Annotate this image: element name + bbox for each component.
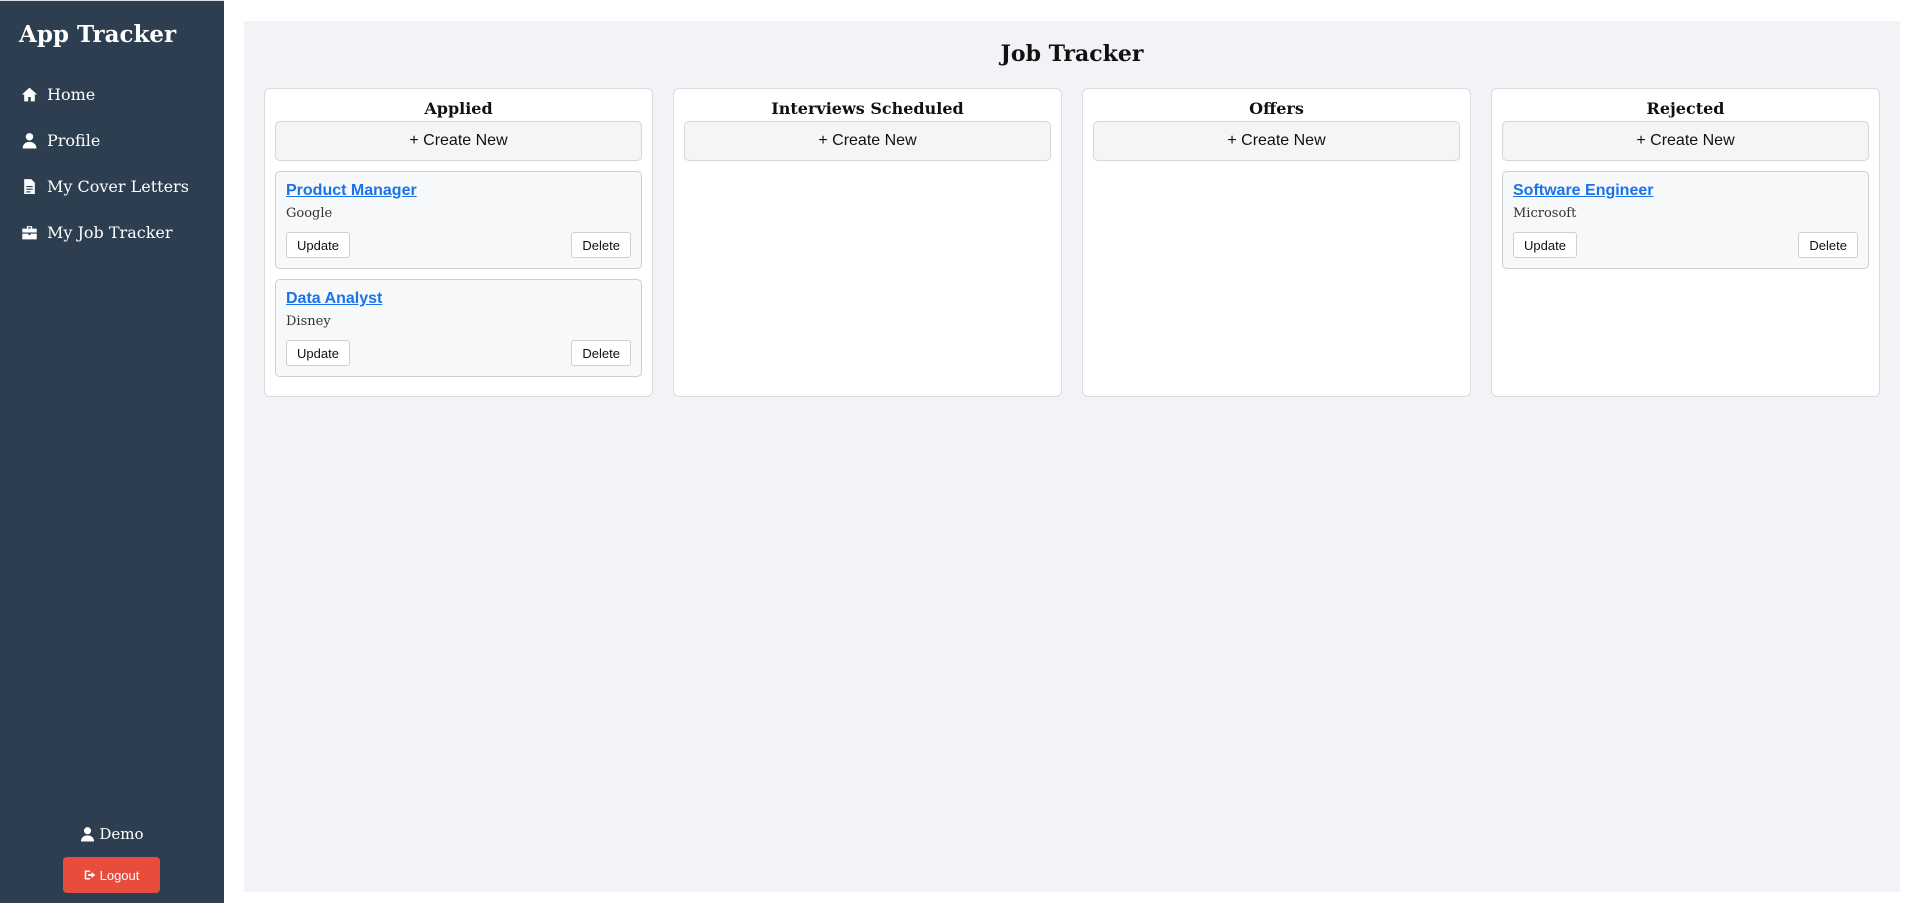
column-rejected: Rejected + Create New Software Engineer … (1491, 88, 1880, 397)
sidebar-nav: Home Profile My Cover Letters My Job Tra… (19, 71, 189, 255)
delete-button[interactable]: Delete (1798, 232, 1858, 258)
job-board: Applied + Create New Product Manager Goo… (264, 88, 1880, 397)
column-title: Applied (424, 99, 493, 118)
home-icon (19, 85, 39, 103)
update-button[interactable]: Update (1513, 232, 1577, 258)
column-title: Interviews Scheduled (771, 99, 964, 118)
main-content: Job Tracker Applied + Create New Product… (244, 21, 1900, 892)
column-title: Offers (1249, 99, 1304, 118)
user-icon (19, 131, 39, 149)
sidebar-item-label: Profile (47, 130, 101, 150)
job-title-link[interactable]: Product Manager (286, 182, 417, 200)
job-company: Disney (286, 314, 331, 329)
user-name: Demo (99, 825, 144, 843)
column-applied: Applied + Create New Product Manager Goo… (264, 88, 653, 397)
sidebar-item-job-tracker[interactable]: My Job Tracker (19, 209, 189, 255)
logout-button[interactable]: Logout (63, 857, 160, 893)
briefcase-icon (19, 223, 39, 241)
job-card: Data Analyst Disney Update Delete (275, 279, 642, 377)
job-title-link[interactable]: Software Engineer (1513, 182, 1653, 200)
logout-label: Logout (99, 867, 140, 883)
update-button[interactable]: Update (286, 340, 350, 366)
column-interviews-scheduled: Interviews Scheduled + Create New (673, 88, 1062, 397)
sidebar-item-label: My Cover Letters (47, 176, 189, 196)
delete-button[interactable]: Delete (571, 340, 631, 366)
current-user: Demo (0, 825, 224, 843)
file-icon (19, 177, 39, 195)
delete-button[interactable]: Delete (571, 232, 631, 258)
sign-out-icon (84, 870, 95, 880)
sidebar-item-label: My Job Tracker (47, 222, 173, 242)
sidebar-item-profile[interactable]: Profile (19, 117, 189, 163)
sidebar: App Tracker Home Profile My Cover Letter… (0, 0, 224, 903)
create-new-button[interactable]: + Create New (684, 121, 1051, 161)
create-new-button[interactable]: + Create New (1502, 121, 1869, 161)
sidebar-item-label: Home (47, 84, 96, 104)
column-title: Rejected (1646, 99, 1725, 118)
job-card: Software Engineer Microsoft Update Delet… (1502, 171, 1869, 269)
user-icon (80, 826, 95, 842)
page-title: Job Tracker (1000, 41, 1144, 67)
create-new-button[interactable]: + Create New (1093, 121, 1460, 161)
create-new-button[interactable]: + Create New (275, 121, 642, 161)
update-button[interactable]: Update (286, 232, 350, 258)
job-title-link[interactable]: Data Analyst (286, 290, 382, 308)
sidebar-item-home[interactable]: Home (19, 71, 189, 117)
job-card: Product Manager Google Update Delete (275, 171, 642, 269)
job-company: Microsoft (1513, 206, 1577, 221)
job-company: Google (286, 206, 333, 221)
column-offers: Offers + Create New (1082, 88, 1471, 397)
app-brand: App Tracker (19, 21, 177, 48)
sidebar-item-cover-letters[interactable]: My Cover Letters (19, 163, 189, 209)
